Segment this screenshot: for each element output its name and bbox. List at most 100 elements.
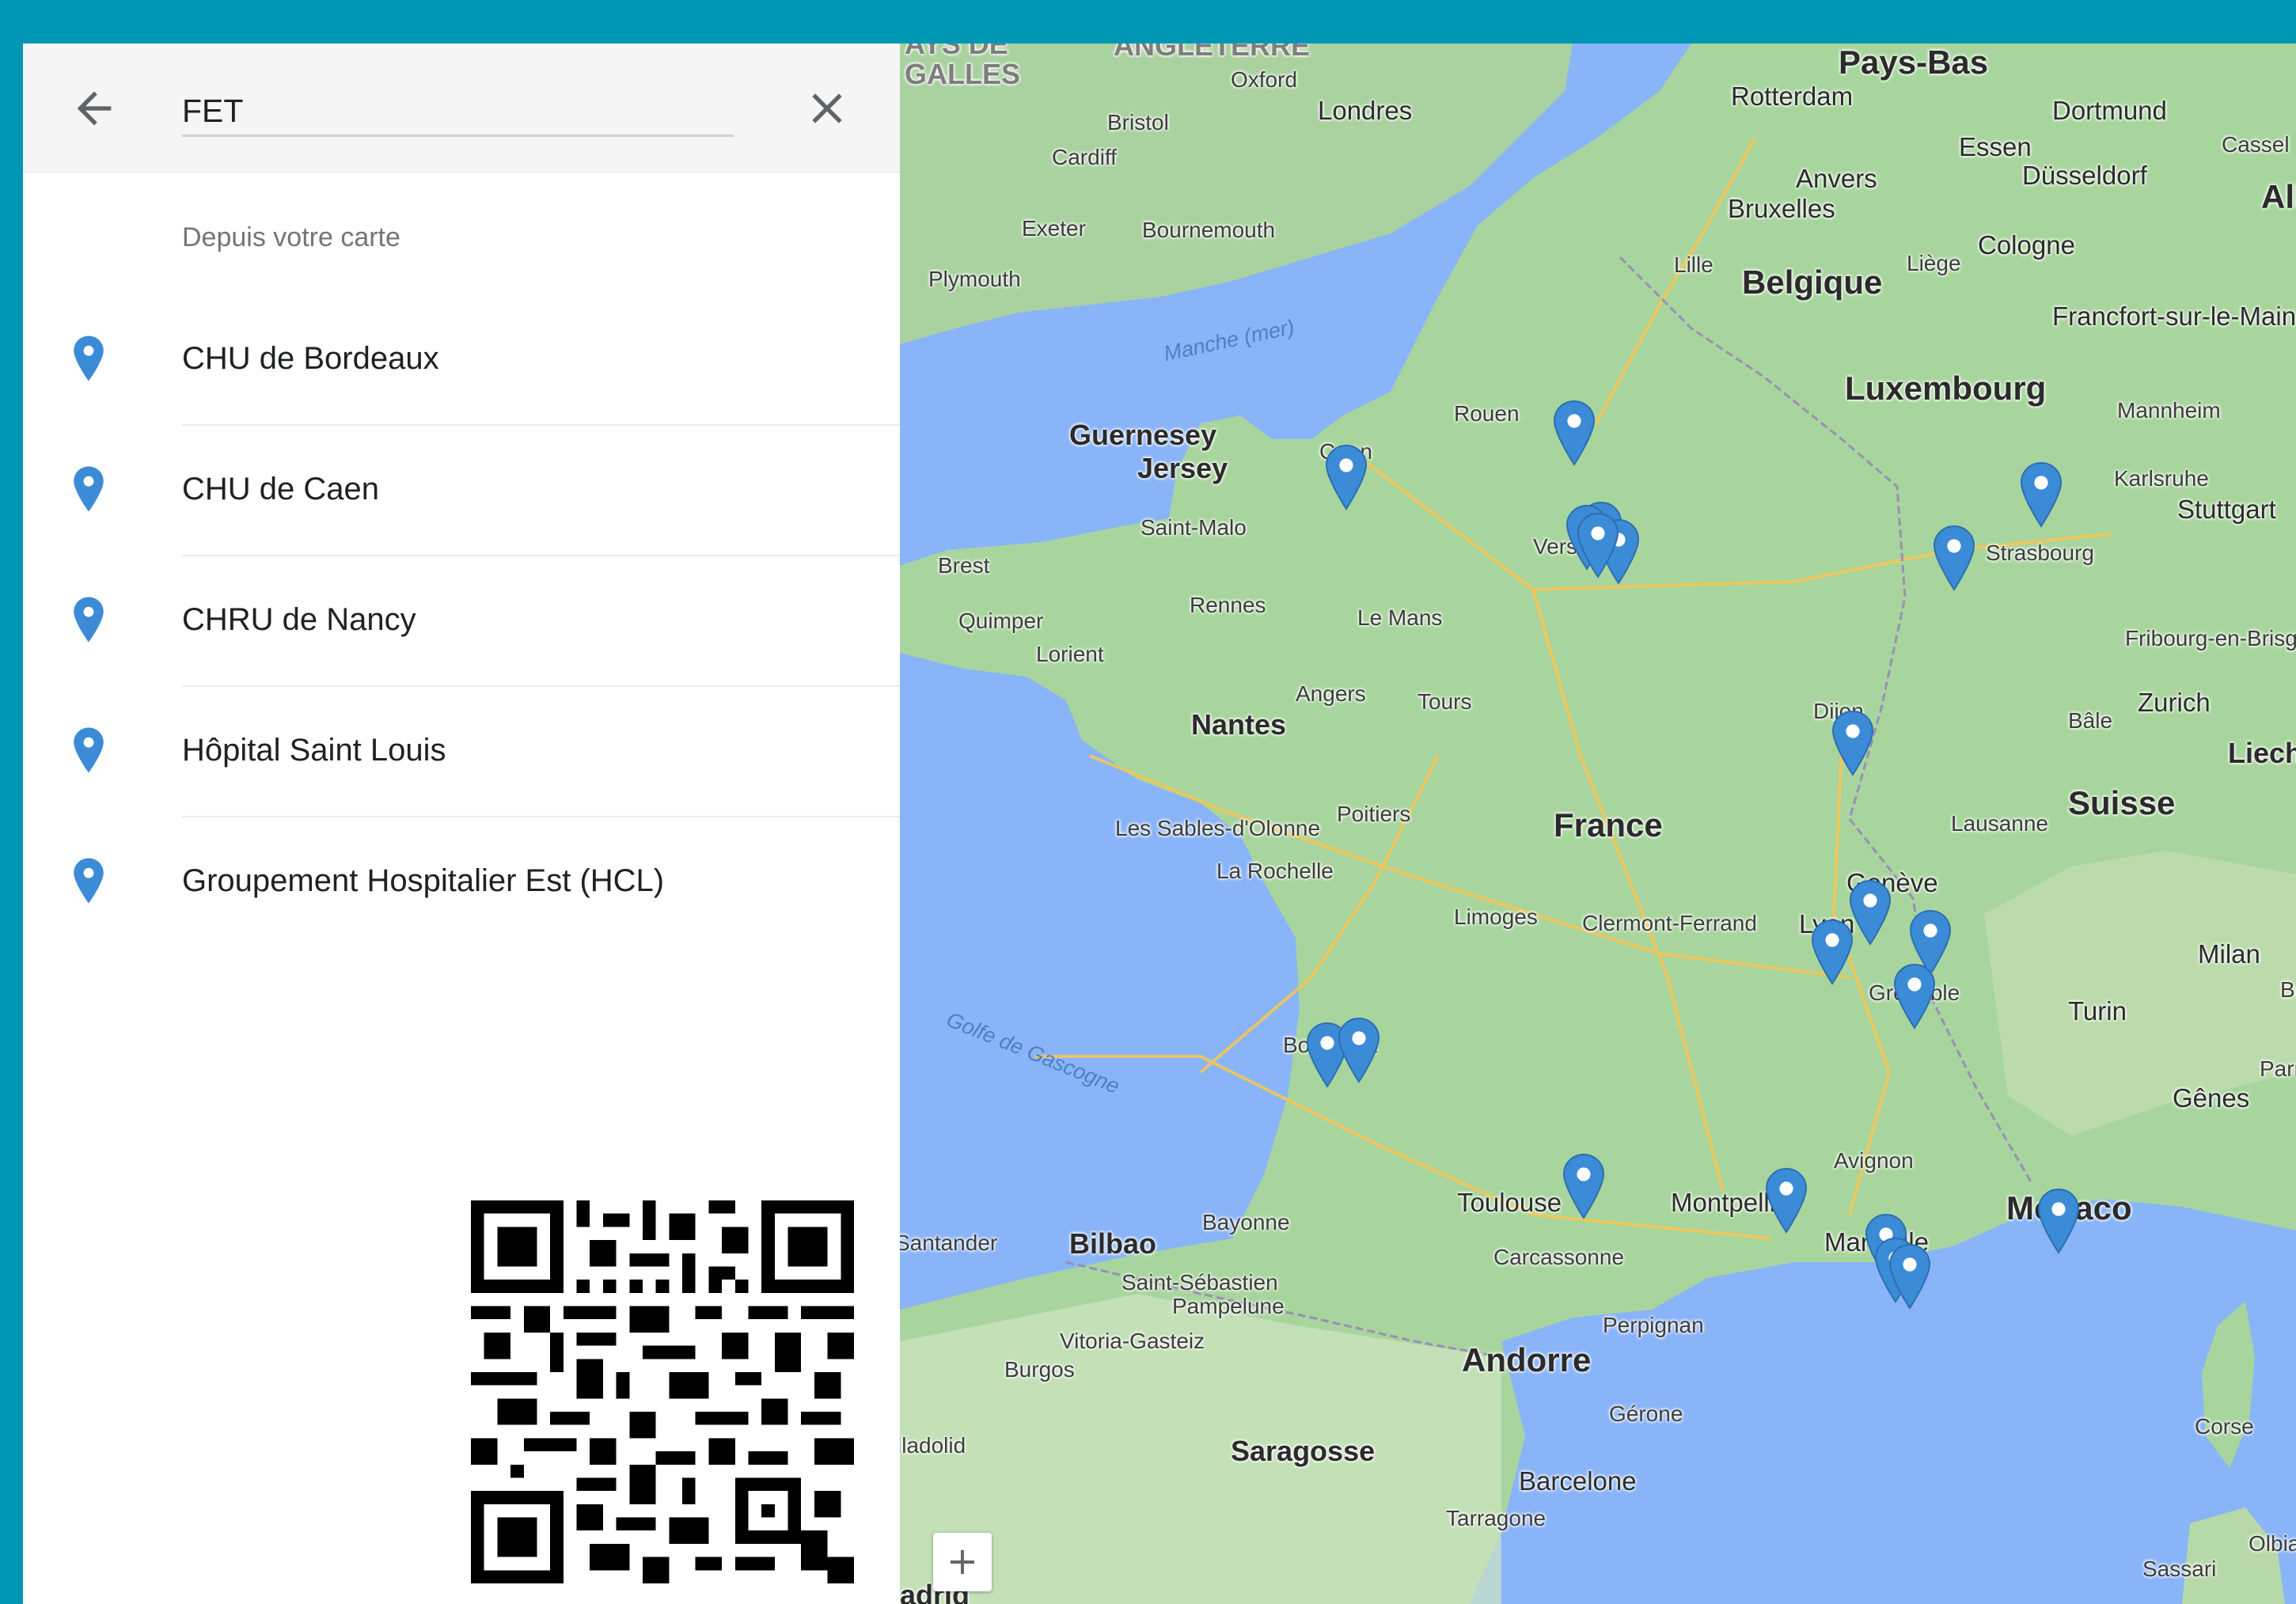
map-label-brest: Brest	[938, 553, 990, 578]
zoom-in-button[interactable]: +	[933, 1533, 992, 1591]
map-label-exeter: Exeter	[1022, 216, 1086, 241]
map-label-cologne: Cologne	[1978, 230, 2075, 260]
map-label-br: Br	[2280, 977, 2296, 1002]
map-label-dortmund: Dortmund	[2052, 96, 2167, 125]
map-label-turin: Turin	[2068, 996, 2127, 1026]
map-label-france: France	[1554, 806, 1663, 844]
map-label-pampelune: Pampelune	[1172, 1294, 1285, 1318]
map-label-mannheim: Mannheim	[2117, 398, 2221, 423]
map-label-belgique: Belgique	[1742, 264, 1883, 301]
map-marker-caen[interactable]	[1324, 444, 1368, 510]
map-label-guernesey: Guernesey	[1069, 419, 1217, 451]
map-label-lausanne: Lausanne	[1951, 811, 2049, 836]
map-marker-nancy[interactable]	[1932, 525, 1976, 591]
map-label-pays-de-galles: AYS DE GALLES	[905, 44, 1021, 90]
app-window: Depuis votre carte CHU de Bordeaux CHU d…	[23, 44, 2296, 1604]
map-label-zurich: Zurich	[2138, 688, 2211, 717]
map-label-avignon: Avignon	[1834, 1148, 1914, 1173]
map-label-limoges: Limoges	[1454, 904, 1538, 929]
map-label-les-sables-d-olonne: Les Sables-d'Olonne	[1115, 816, 1321, 840]
map-label-cardiff: Cardiff	[1052, 145, 1117, 169]
map-marker-rouen[interactable]	[1552, 400, 1596, 466]
map-pin-icon	[74, 597, 104, 643]
map-marker-nice[interactable]	[2036, 1188, 2081, 1254]
search-bar	[23, 44, 900, 173]
map-label-bruxelles: Bruxelles	[1728, 194, 1835, 223]
map-label-bournemouth: Bournemouth	[1142, 218, 1276, 242]
map-pin-icon	[74, 466, 104, 512]
search-panel: Depuis votre carte CHU de Bordeaux CHU d…	[23, 44, 900, 1604]
map-label-poitiers: Poitiers	[1337, 802, 1411, 826]
map-marker-paris-saint-louis[interactable]	[1576, 512, 1620, 578]
map-label-bayonne: Bayonne	[1202, 1210, 1290, 1234]
close-icon	[812, 93, 842, 123]
map-label-saragosse: Saragosse	[1231, 1435, 1376, 1467]
map-label-nantes: Nantes	[1191, 708, 1287, 741]
map-label-milan: Milan	[2198, 939, 2260, 969]
map-label-liege: Liège	[1907, 251, 1961, 275]
map-marker-montpellier[interactable]	[1764, 1167, 1808, 1234]
map-label-rotterdam: Rotterdam	[1731, 82, 1854, 111]
map-label-olbia: Olbia	[2249, 1531, 2296, 1556]
map-label-angleterre: ANGLETERRE	[1114, 44, 1311, 62]
map-label-fribourg: Fribourg-en-Brisgau	[2125, 626, 2296, 650]
search-input[interactable]	[182, 87, 734, 137]
map-label-barcelone: Barcelone	[1519, 1466, 1637, 1496]
map-marker-marseille-3[interactable]	[1888, 1243, 1932, 1310]
map-label-sassari: Sassari	[2142, 1557, 2217, 1581]
map-label-lille: Lille	[1674, 252, 1713, 277]
result-item-chu-bordeaux[interactable]: CHU de Bordeaux	[23, 295, 900, 426]
result-item-groupement-hospitalier-est[interactable]: Groupement Hospitalier Est (HCL)	[23, 817, 900, 948]
map-marker-grenoble[interactable]	[1892, 963, 1937, 1030]
map-label-plymouth: Plymouth	[928, 267, 1021, 291]
back-button[interactable]	[69, 83, 120, 134]
map-label-rennes: Rennes	[1190, 593, 1266, 617]
clear-search-button[interactable]	[802, 83, 852, 134]
map-label-luxembourg: Luxembourg	[1845, 370, 2047, 407]
qr-code	[471, 1200, 854, 1583]
map-label-la-rochelle: La Rochelle	[1216, 859, 1334, 883]
result-item-chru-nancy[interactable]: CHRU de Nancy	[23, 556, 900, 687]
result-item-label: CHU de Caen	[182, 472, 380, 506]
map-label-quimper: Quimper	[958, 609, 1044, 633]
result-item-chu-caen[interactable]: CHU de Caen	[23, 426, 900, 556]
map-label-gerone: Gérone	[1609, 1401, 1683, 1426]
map-label-dusseldorf: Düsseldorf	[2022, 161, 2147, 190]
map-view[interactable]: AYS DE GALLES ANGLETERRE Pays-Bas Rotter…	[895, 44, 2296, 1604]
map-label-bristol: Bristol	[1107, 110, 1169, 135]
map-label-vitoria-gasteiz: Vitoria-Gasteiz	[1060, 1329, 1205, 1353]
result-item-label: CHU de Bordeaux	[182, 341, 439, 376]
map-marker-bordeaux-chu[interactable]	[1337, 1017, 1381, 1083]
map-label-francfort: Francfort-sur-le-Main	[2052, 301, 2296, 331]
map-label-jersey: Jersey	[1137, 452, 1228, 484]
map-label-lorient: Lorient	[1036, 642, 1104, 666]
map-pin-icon	[74, 727, 104, 773]
map-label-pays-bas: Pays-Bas	[1839, 44, 1989, 81]
map-label-strasbourg: Strasbourg	[1986, 540, 2094, 565]
map-label-andorre: Andorre	[1462, 1341, 1592, 1378]
map-label-karlsruhe: Karlsruhe	[2114, 466, 2209, 491]
map-label-tours: Tours	[1417, 689, 1472, 714]
map-label-genes: Gênes	[2173, 1083, 2250, 1113]
result-item-label: Groupement Hospitalier Est (HCL)	[182, 863, 665, 898]
result-item-hopital-saint-louis[interactable]: Hôpital Saint Louis	[23, 687, 900, 817]
map-label-bilbao: Bilbao	[1069, 1227, 1157, 1260]
map-label-cassel: Cassel	[2222, 132, 2290, 157]
map-pin-icon	[74, 336, 104, 381]
map-label-londres: Londres	[1318, 96, 1413, 125]
map-marker-toulouse[interactable]	[1562, 1153, 1606, 1219]
map-marker-strasbourg[interactable]	[2019, 461, 2063, 528]
map-label-anvers: Anvers	[1796, 164, 1877, 193]
arrow-left-icon	[77, 91, 112, 126]
map-label-le-mans: Le Mans	[1357, 605, 1443, 630]
map-label-saint-sebastien: Saint-Sébastien	[1121, 1270, 1278, 1295]
map-label-burgos: Burgos	[1004, 1357, 1075, 1382]
map-marker-lyon-groupement-est[interactable]	[1848, 879, 1892, 946]
map-label-perpignan: Perpignan	[1603, 1313, 1704, 1337]
map-pin-icon	[74, 858, 104, 904]
map-label-angers: Angers	[1296, 681, 1366, 706]
map-label-suisse: Suisse	[2068, 784, 2176, 821]
map-label-tarragone: Tarragone	[1446, 1506, 1546, 1530]
map-label-liech: Liecht	[2228, 737, 2296, 769]
map-marker-dijon[interactable]	[1831, 710, 1875, 776]
